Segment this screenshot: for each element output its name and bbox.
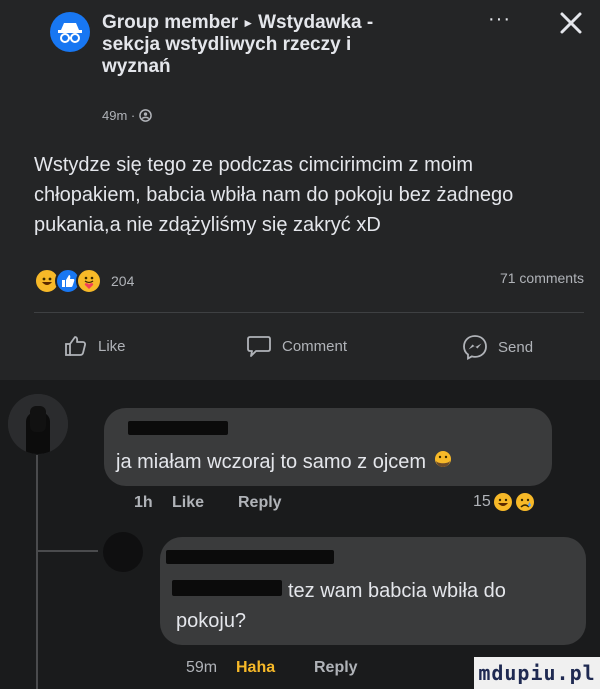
like-button[interactable]: Like (64, 334, 126, 358)
comment-label: Comment (282, 337, 348, 355)
group-name-link[interactable]: Wstydawka - (258, 12, 373, 33)
comment-reply-button[interactable]: Reply (238, 494, 282, 512)
send-button[interactable]: Send (462, 334, 533, 360)
incognito-icon (58, 23, 82, 43)
like-label: Like (98, 337, 126, 355)
send-label: Send (498, 338, 534, 356)
redacted-name (172, 580, 282, 596)
close-icon[interactable] (558, 10, 584, 36)
comment-like-button[interactable]: Like (172, 494, 204, 512)
more-options-button[interactable]: ··· (488, 8, 511, 31)
reply-text-line2: pokoju? (176, 610, 247, 632)
redacted-name (128, 421, 228, 435)
comments-count-link[interactable]: 71 comments (500, 270, 584, 286)
group-avatar[interactable] (50, 12, 90, 52)
watermark-logo: mdupiu.pl (474, 657, 600, 689)
comment-icon (247, 336, 271, 357)
haha-reaction-icon (493, 493, 512, 511)
reactions-count: 204 (111, 273, 135, 289)
comment-reactions-count: 15 (473, 493, 491, 510)
post-meta: 49m · (102, 108, 153, 123)
divider (34, 312, 584, 313)
thumbs-up-icon (65, 336, 87, 356)
care-reaction-icon (76, 268, 102, 294)
reply-time: 59m (186, 659, 218, 676)
reply-haha-button[interactable]: Haha (236, 659, 275, 677)
post-time[interactable]: 49m · (102, 108, 135, 123)
group-name-line3[interactable]: wyznań (102, 56, 462, 78)
group-member-label: Group member (102, 12, 239, 34)
comment-text: ja miałam wczoraj to samo z ojcem (116, 447, 454, 480)
commenter-avatar[interactable] (8, 394, 68, 454)
bearded-face-icon (432, 449, 454, 480)
comment-reactions[interactable]: 15 (473, 492, 535, 512)
triangle-right-icon: ► (242, 16, 255, 30)
reply-reply-button[interactable]: Reply (314, 659, 358, 677)
thread-connector (36, 550, 98, 552)
comment-button[interactable]: Comment (246, 334, 347, 358)
members-only-icon (139, 109, 153, 122)
post-text: Wstydze się tego ze podczas cimcirimcim … (34, 154, 514, 236)
thread-line (36, 455, 38, 689)
group-name-line2[interactable]: sekcja wstydliwych rzeczy i (102, 34, 462, 56)
sad-reaction-icon (515, 493, 534, 511)
post-header: Group member ► Wstydawka - sekcja wstydliw… (102, 12, 462, 78)
post-card: Group member ► Wstydawka - sekcja wstydliw… (0, 0, 600, 380)
reply-avatar[interactable] (103, 532, 143, 572)
reactions-summary[interactable]: 204 (34, 268, 134, 294)
messenger-icon (463, 335, 487, 360)
reply-text-line1: tez wam babcia wbiła do (288, 580, 506, 602)
redacted-name (166, 550, 334, 564)
comment-time: 1h (134, 494, 153, 511)
